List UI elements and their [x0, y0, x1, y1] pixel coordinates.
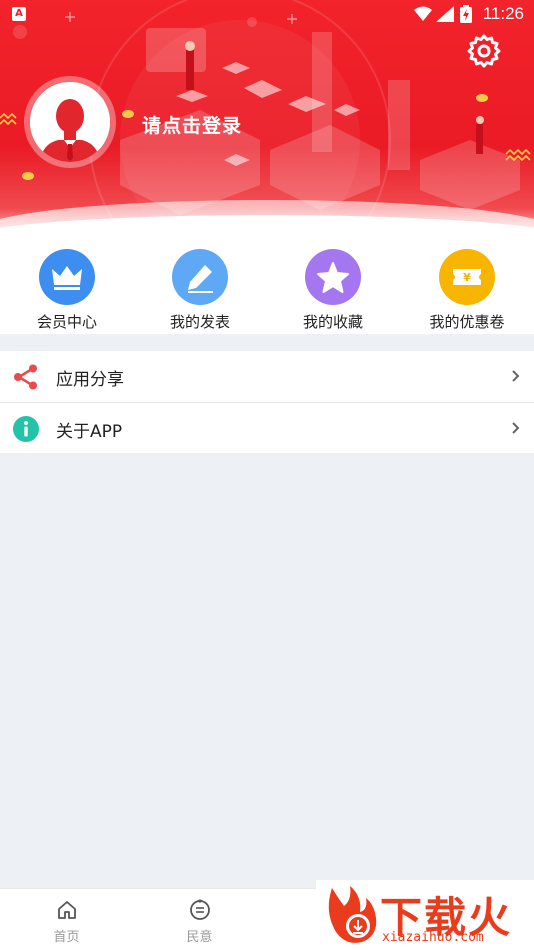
watermark: 下载火 xiazaihuo.com	[316, 880, 534, 950]
share-app-label: 应用分享	[56, 370, 124, 390]
my-posts-label: 我的发表	[169, 313, 230, 331]
home-icon	[57, 901, 76, 919]
clock: 11:26	[482, 4, 524, 23]
profile-header: A 11:26 请点击登录	[0, 0, 534, 245]
my-favorites-button[interactable]: 我的收藏	[266, 249, 400, 333]
crown-icon	[39, 249, 95, 305]
my-favorites-label: 我的收藏	[302, 313, 363, 331]
app-badge: A	[12, 7, 26, 21]
quick-actions: 会员中心 我的发表 我的收藏 ¥ 我的优惠卷	[0, 245, 534, 334]
avatar[interactable]	[24, 76, 116, 168]
star-icon	[305, 249, 361, 305]
gear-icon[interactable]	[466, 33, 502, 69]
coupon-icon: ¥	[439, 249, 495, 305]
flame-logo-icon	[328, 886, 377, 943]
about-app-label: 关于APP	[56, 422, 123, 442]
tab-opinion[interactable]: 民意	[133, 889, 266, 950]
my-coupons-button[interactable]: ¥ 我的优惠卷	[400, 249, 534, 333]
watermark-url: xiazaihuo.com	[382, 930, 484, 945]
member-center-button[interactable]: 会员中心	[0, 249, 134, 333]
tab-opinion-label: 民意	[186, 930, 213, 945]
signal-icon	[436, 6, 454, 22]
share-icon	[14, 364, 37, 390]
status-bar: A 11:26	[0, 0, 534, 28]
my-coupons-label: 我的优惠卷	[429, 313, 505, 331]
user-avatar-icon	[30, 82, 110, 162]
wifi-icon	[414, 6, 432, 21]
svg-text:¥: ¥	[463, 271, 471, 284]
my-posts-button[interactable]: 我的发表	[133, 249, 267, 333]
info-icon	[13, 416, 39, 442]
chevron-right-icon	[512, 370, 520, 382]
header-wave-bottom	[0, 215, 534, 245]
tab-home-label: 首页	[53, 930, 80, 945]
chevron-right-icon	[512, 422, 520, 434]
tab-home[interactable]: 首页	[0, 889, 133, 950]
settings-list: 应用分享 关于APP	[0, 351, 534, 453]
member-center-label: 会员中心	[36, 313, 97, 331]
opinion-icon	[189, 899, 210, 920]
battery-icon	[460, 5, 472, 23]
about-app-row[interactable]: 关于APP	[0, 402, 534, 453]
login-prompt[interactable]: 请点击登录	[142, 111, 242, 138]
pencil-icon	[172, 249, 228, 305]
share-app-row[interactable]: 应用分享	[0, 351, 534, 402]
